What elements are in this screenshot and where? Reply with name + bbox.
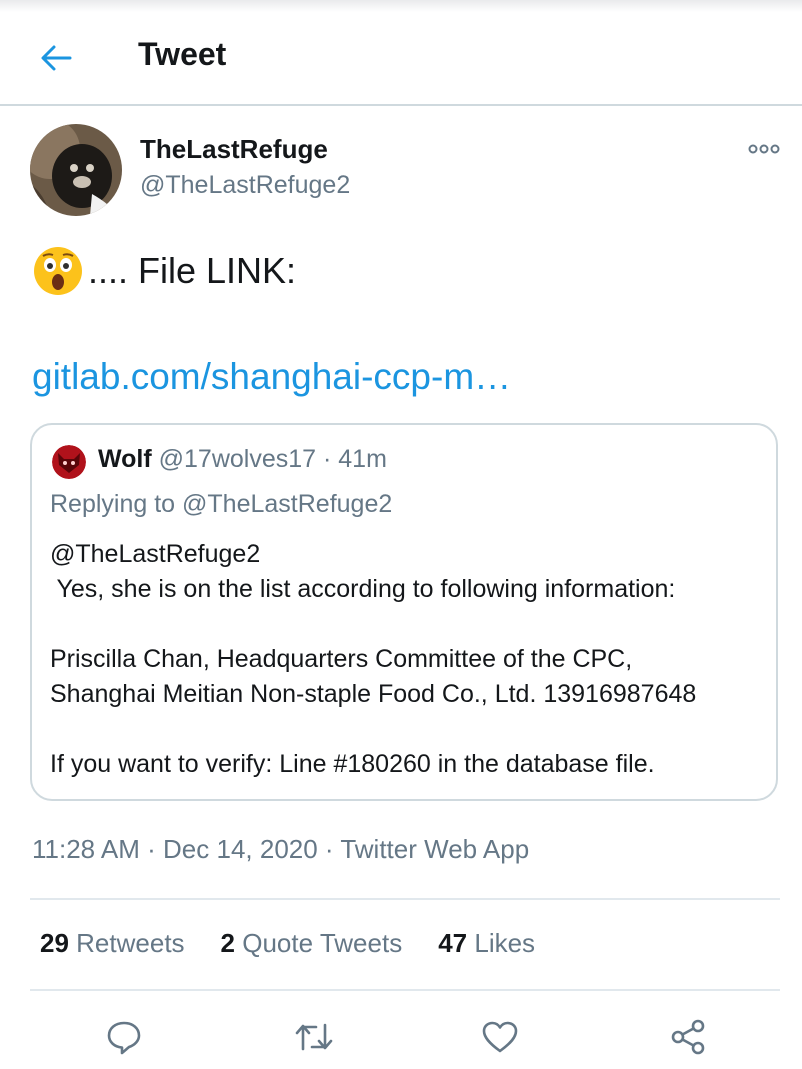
more-options-icon	[748, 144, 780, 154]
like-button[interactable]	[476, 1013, 524, 1061]
page-header: Tweet	[0, 12, 802, 106]
share-icon	[671, 1019, 705, 1055]
quoted-tweet-header: Wolf @17wolves17 · 41m	[98, 445, 387, 474]
quoted-author-name: Wolf	[98, 445, 152, 473]
quoted-author-avatar	[52, 445, 86, 479]
tweet-text: .... File LINK:	[32, 245, 296, 297]
reply-button[interactable]	[100, 1013, 148, 1061]
status-bar-shade	[0, 0, 802, 12]
likes-label: Likes	[474, 928, 536, 958]
tweet-stats: 29 Retweets 2 Quote Tweets 47 Likes	[40, 928, 571, 959]
quoted-body-line: Priscilla Chan, Headquarters Committee o…	[50, 645, 633, 673]
wolf-avatar-icon	[52, 445, 86, 479]
author-display-name[interactable]: TheLastRefuge	[140, 134, 328, 165]
divider	[30, 898, 780, 900]
likes-count: 47	[438, 928, 468, 958]
quoted-body-line: ​	[50, 607, 770, 642]
quoted-body-line: ​	[50, 712, 770, 747]
retweets-label: Retweets	[76, 928, 185, 958]
page-title: Tweet	[138, 36, 227, 72]
retweet-icon	[295, 1023, 333, 1051]
like-icon	[482, 1021, 518, 1053]
quoted-author-meta: @17wolves17 · 41m	[158, 445, 387, 473]
quote-tweets-stat[interactable]: 2 Quote Tweets	[221, 928, 403, 959]
tweet-link[interactable]: gitlab.com/shanghai-ccp-m…	[32, 356, 511, 398]
quoted-body-line: If you want to verify: Line #180260 in t…	[50, 750, 655, 778]
tweet-text-content: .... File LINK:	[88, 250, 297, 291]
replying-to-label: Replying to @TheLastRefuge2	[50, 490, 393, 518]
arrow-left-icon	[41, 45, 72, 71]
reply-icon	[107, 1021, 141, 1055]
author-handle[interactable]: @TheLastRefuge2	[140, 171, 350, 200]
quoted-body-line: Shanghai Meitian Non-staple Food Co., Lt…	[50, 680, 697, 708]
share-button[interactable]	[664, 1013, 712, 1061]
back-button[interactable]	[36, 38, 76, 78]
astonished-face-emoji	[34, 247, 82, 295]
quoted-body-line: Yes, she is on the list according to fol…	[50, 575, 676, 603]
retweet-button[interactable]	[290, 1013, 338, 1061]
avatar[interactable]	[30, 124, 122, 216]
retweets-count: 29	[40, 928, 69, 958]
avatar-image	[30, 124, 122, 216]
divider	[30, 989, 780, 991]
quoted-tweet-body: @TheLastRefuge2 Yes, she is on the list …	[50, 537, 770, 782]
likes-stat[interactable]: 47 Likes	[438, 928, 535, 959]
quote-tweets-count: 2	[220, 928, 236, 958]
quoted-tweet-card[interactable]: Wolf @17wolves17 · 41m Replying to @TheL…	[30, 423, 778, 801]
quoted-body-line: @TheLastRefuge2	[50, 540, 261, 568]
quote-tweets-label: Quote Tweets	[242, 928, 403, 958]
tweet-timestamp: 11:28 AM · Dec 14, 2020 · Twitter Web Ap…	[32, 834, 530, 864]
retweets-stat[interactable]: 29 Retweets	[40, 928, 185, 959]
more-options-button[interactable]	[744, 138, 784, 160]
